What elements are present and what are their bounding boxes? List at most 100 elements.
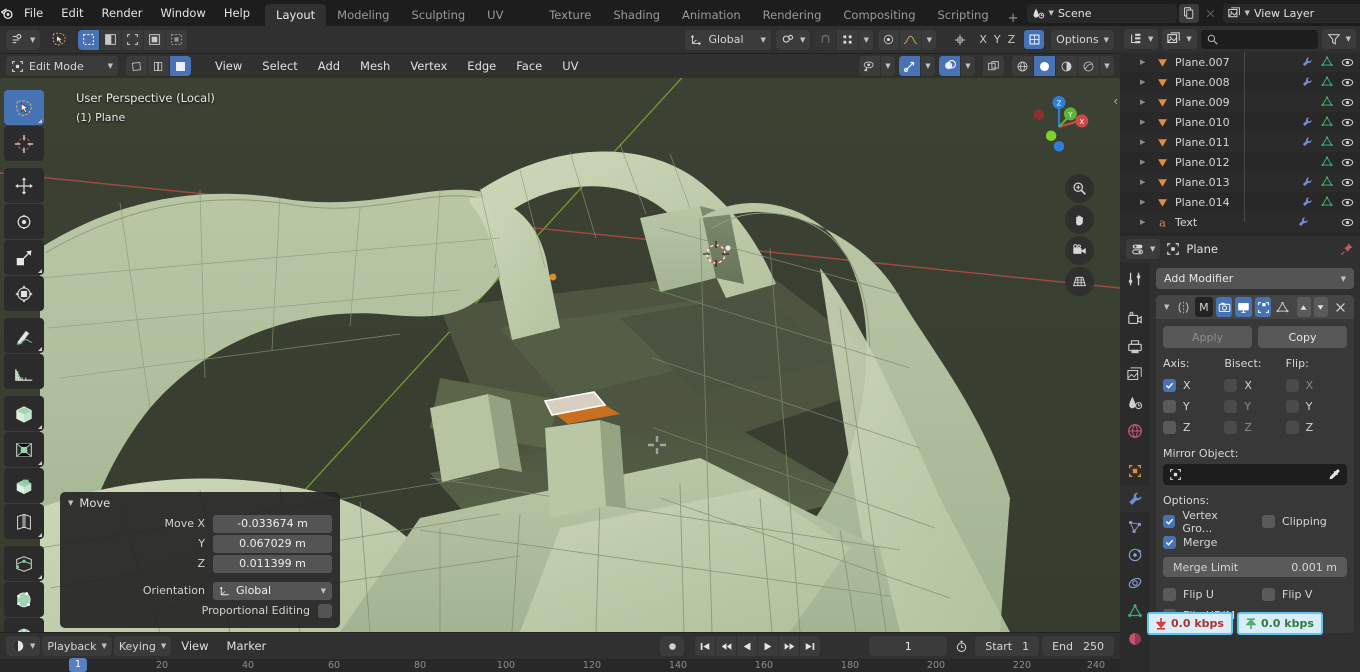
active-tool-icon[interactable] — [45, 29, 73, 51]
merge-limit-slider[interactable]: Merge Limit 0.001 m — [1163, 557, 1347, 577]
tab-material-properties[interactable] — [1120, 626, 1150, 652]
select-intersect-tool[interactable] — [144, 29, 166, 50]
menu-file[interactable]: File — [15, 3, 52, 23]
current-frame-field[interactable]: 1 — [869, 636, 948, 656]
outliner-search-input[interactable] — [1200, 29, 1318, 49]
axis-y-row[interactable]: Y — [1163, 396, 1224, 417]
show-in-render-toggle[interactable] — [1215, 297, 1233, 317]
tab-view-layer-properties[interactable] — [1120, 362, 1150, 388]
bisect-y-row[interactable]: Y — [1224, 396, 1285, 417]
tab-render-properties[interactable] — [1120, 306, 1150, 332]
expand-arrow-icon[interactable]: ▶ — [1140, 138, 1145, 146]
edge-select-mode[interactable] — [148, 56, 169, 76]
tool-cursor[interactable] — [4, 126, 44, 161]
tool-move[interactable] — [4, 168, 44, 203]
flip-v-checkbox[interactable] — [1262, 588, 1275, 601]
menu-help[interactable]: Help — [215, 3, 259, 23]
outliner-row-plane-013[interactable]: ▶ Plane.013 — [1120, 172, 1360, 192]
play-button[interactable] — [758, 636, 779, 656]
timeline-menu-marker[interactable]: Marker — [219, 636, 275, 656]
outliner-row-plane-014[interactable]: ▶ Plane.014 — [1120, 192, 1360, 212]
tab-texture-paint[interactable]: Texture Paint — [538, 4, 602, 44]
tool-measure[interactable] — [4, 354, 44, 389]
expand-arrow-icon[interactable]: ▶ — [1140, 178, 1145, 186]
tab-uv-editing[interactable]: UV Editing — [476, 4, 538, 44]
show-in-viewport-toggle[interactable] — [1235, 297, 1252, 317]
outliner-row-plane-012[interactable]: ▶ Plane.012 — [1120, 152, 1360, 172]
apply-modifier-button[interactable]: Apply — [1163, 326, 1252, 348]
copy-modifier-button[interactable]: Copy — [1258, 326, 1347, 348]
3d-viewport[interactable]: User Perspective (Local) (1) Plane Z Y X… — [0, 78, 1120, 632]
tool-extrude-region[interactable] — [4, 432, 44, 467]
pin-icon[interactable] — [1340, 242, 1354, 256]
snap-chevron-icon[interactable]: ▼ — [859, 29, 874, 50]
snap-target-dropdown[interactable] — [837, 29, 859, 50]
tab-animation[interactable]: Animation — [671, 4, 752, 26]
gizmo-chevron-icon[interactable]: ▼ — [921, 56, 935, 76]
jump-to-end-button[interactable] — [800, 636, 821, 656]
bisect-z-checkbox[interactable] — [1224, 421, 1238, 434]
overlays-chevron-icon[interactable]: ▼ — [961, 56, 975, 76]
face-select-mode[interactable] — [170, 56, 191, 76]
expand-arrow-icon[interactable]: ▶ — [1140, 158, 1145, 166]
axis-z-row[interactable]: Z — [1163, 417, 1224, 438]
vertex-select-mode[interactable] — [126, 56, 147, 76]
eyedropper-icon[interactable] — [1328, 468, 1341, 481]
auto-keying-button[interactable] — [660, 636, 685, 656]
bisect-y-checkbox[interactable] — [1224, 400, 1238, 413]
end-frame-value[interactable]: 250 — [1083, 640, 1104, 653]
clipping-row[interactable]: Clipping — [1262, 511, 1347, 532]
expand-arrow-icon[interactable]: ▶ — [1140, 118, 1145, 126]
axis-lock-z[interactable]: Z — [1008, 33, 1016, 46]
tool-poly-build[interactable] — [4, 582, 44, 617]
sidebar-collapse-arrow-icon[interactable]: ‹ — [1113, 94, 1118, 108]
operator-row-orientation[interactable]: Orientation Global ▼ — [68, 581, 332, 600]
visibility-selectability-icon[interactable] — [859, 56, 880, 76]
flip-u-row[interactable]: Flip U — [1163, 584, 1248, 605]
toggle-xray-button[interactable] — [983, 56, 1004, 76]
bisect-z-row[interactable]: Z — [1224, 417, 1285, 438]
pivot-point-dropdown[interactable]: ▼ — [775, 29, 811, 50]
orientation-dropdown[interactable]: Global ▼ — [213, 581, 332, 600]
merge-checkbox[interactable] — [1163, 536, 1176, 549]
vertex-groups-row[interactable]: Vertex Gro... — [1163, 509, 1248, 535]
expand-arrow-icon[interactable]: ▶ — [1140, 218, 1145, 226]
snap-magnet-toggle[interactable] — [815, 29, 837, 50]
tool-spin[interactable] — [4, 618, 44, 632]
timeline-playhead[interactable]: 1 — [68, 658, 88, 672]
tool-inset-faces[interactable] — [4, 468, 44, 503]
show-on-cage-toggle[interactable] — [1274, 297, 1290, 317]
jump-to-start-button[interactable] — [695, 636, 716, 656]
expand-arrow-icon[interactable]: ▶ — [1140, 58, 1145, 66]
flip-y-checkbox[interactable] — [1285, 400, 1299, 413]
viewport-menu-view[interactable]: View — [207, 56, 250, 76]
axis-lock-x[interactable]: X — [979, 33, 987, 46]
delete-modifier-button[interactable] — [1333, 297, 1349, 317]
shading-chevron-icon[interactable]: ▼ — [1100, 56, 1114, 76]
operator-collapse-icon[interactable]: ▼ — [68, 499, 73, 507]
axis-y-checkbox[interactable] — [1163, 400, 1176, 413]
modifier-collapse-icon[interactable]: ▼ — [1161, 303, 1172, 311]
bisect-x-checkbox[interactable] — [1224, 379, 1238, 392]
flip-z-checkbox[interactable] — [1285, 421, 1299, 434]
outliner-row-plane-011[interactable]: ▶ Plane.011 — [1120, 132, 1360, 152]
tab-tool-properties[interactable] — [1120, 266, 1150, 292]
flip-z-row[interactable]: Z — [1285, 417, 1347, 438]
tab-object-constraint-properties[interactable] — [1120, 570, 1150, 596]
timeline-menu-view[interactable]: View — [173, 636, 216, 656]
viewport-menu-vertex[interactable]: Vertex — [402, 56, 455, 76]
outliner-row-text[interactable]: ▶ a Text — [1120, 212, 1360, 232]
expand-arrow-icon[interactable]: ▶ — [1140, 98, 1145, 106]
end-frame-field[interactable]: End 250 — [1042, 636, 1114, 656]
viewport-menu-select[interactable]: Select — [254, 56, 305, 76]
interaction-mode-dropdown[interactable]: Edit Mode ▼ — [6, 56, 118, 76]
operator-redo-panel[interactable]: ▼ Move Move X -0.033674 m Y 0.067029 m Z… — [60, 492, 340, 628]
proportional-editing-checkbox[interactable] — [318, 603, 332, 618]
outliner-display-mode[interactable]: ▼ — [1162, 29, 1197, 49]
flip-x-checkbox[interactable] — [1285, 379, 1299, 392]
move-x-value[interactable]: -0.033674 m — [213, 514, 332, 533]
show-overlays-toggle[interactable] — [939, 56, 960, 76]
jump-to-prev-keyframe-button[interactable] — [716, 636, 737, 656]
modifier-name-field[interactable]: M — [1194, 297, 1213, 317]
bisect-x-row[interactable]: X — [1224, 375, 1285, 396]
